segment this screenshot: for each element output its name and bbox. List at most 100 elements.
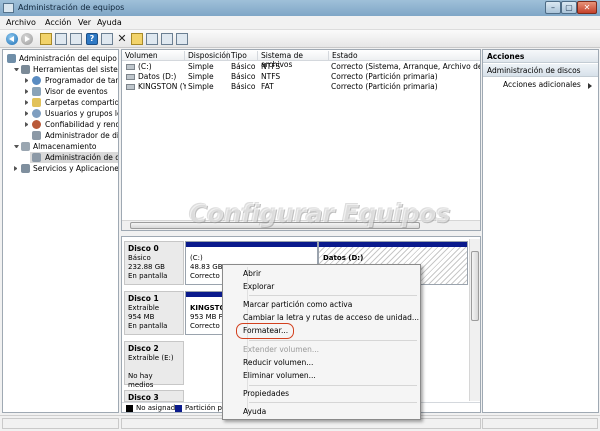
performance-icon: [32, 120, 41, 129]
table-row[interactable]: KINGSTON (Y:) Simple Básico FAT Correcto…: [122, 82, 480, 92]
collapsed-chevron-icon[interactable]: [25, 89, 30, 94]
column-header-layout[interactable]: Disposición: [185, 51, 231, 61]
partition-bar: [186, 292, 224, 297]
tree-item-system-tools[interactable]: Herramientas del sistema: [3, 64, 118, 75]
partition-kingston[interactable]: KINGSTO 953 MB FA Correcto (: [185, 291, 225, 335]
forward-arrow-icon[interactable]: [21, 33, 33, 45]
menu-separator: [249, 340, 417, 341]
menu-item-delete-volume[interactable]: Eliminar volumen...: [243, 370, 316, 382]
menu-item-explore[interactable]: Explorar: [243, 281, 274, 293]
tree-item-task-scheduler[interactable]: Programador de tareas: [3, 75, 118, 86]
disk-icon[interactable]: [161, 33, 173, 45]
disk-1-label[interactable]: Disco 1 Extraíble 954 MB En pantalla: [124, 291, 184, 335]
partition-bar: [186, 242, 317, 247]
format-highlight-ring: [236, 323, 294, 339]
collapsed-chevron-icon[interactable]: [25, 78, 30, 83]
layout-icon[interactable]: [176, 33, 188, 45]
users-icon: [32, 109, 41, 118]
toolbar: ? ✕: [0, 30, 600, 48]
computer-management-window: Administración de equipos – ▢ ✕ Archivo …: [0, 0, 600, 431]
close-button[interactable]: ✕: [577, 1, 597, 14]
expanded-chevron-icon[interactable]: [14, 145, 19, 150]
show-tree-icon[interactable]: [55, 33, 67, 45]
unallocated-swatch: [126, 405, 133, 412]
scrollbar-thumb[interactable]: [471, 251, 479, 321]
drive-icon: [126, 84, 135, 90]
tree-item-services-applications[interactable]: Servicios y Aplicaciones: [3, 163, 118, 174]
more-actions-item[interactable]: Acciones adicionales: [503, 80, 596, 89]
disk-2-label[interactable]: Disco 2 Extraíble (E:) No hay medios: [124, 341, 184, 389]
status-panel: [482, 418, 598, 429]
menu-item-mark-active[interactable]: Marcar partición como activa: [243, 299, 352, 311]
help-icon[interactable]: ?: [86, 33, 98, 45]
column-header-volume[interactable]: Volumen: [122, 51, 185, 61]
tree-item-computer-management[interactable]: Administración del equipo (loc: [3, 53, 118, 64]
drive-icon: [126, 64, 135, 70]
tree-item-shared-folders[interactable]: Carpetas compartidas: [3, 97, 118, 108]
disk-name: Disco 0: [128, 244, 159, 253]
menu-accion[interactable]: Acción: [45, 18, 71, 27]
collapsed-chevron-icon[interactable]: [25, 111, 30, 116]
table-row[interactable]: Datos (D:) Simple Básico NTFS Correcto (…: [122, 72, 480, 82]
tree-item-reliability[interactable]: Confiabilidad y rendimi: [3, 119, 118, 130]
actions-title: Acciones: [483, 50, 598, 63]
column-header-status[interactable]: Estado: [329, 51, 480, 61]
partition-bar: [319, 242, 467, 247]
volume-list-header: Volumen Disposición Tipo Sistema de arch…: [122, 50, 480, 69]
tree-item-local-users[interactable]: Usuarios y grupos locale: [3, 108, 118, 119]
column-header-type[interactable]: Tipo: [228, 51, 258, 61]
expanded-chevron-icon[interactable]: [14, 68, 19, 73]
actions-pane: Acciones Administración de discos Accion…: [482, 49, 599, 413]
disk-name: Disco 3: [128, 393, 159, 402]
drive-icon: [126, 74, 135, 80]
menu-item-help[interactable]: Ayuda: [243, 406, 266, 418]
watermark-logo: Configurar Equipos: [189, 199, 450, 228]
open-folder-icon[interactable]: [131, 33, 143, 45]
menu-item-open[interactable]: Abrir: [243, 268, 261, 280]
collapsed-chevron-icon[interactable]: [25, 100, 30, 105]
status-panel: [2, 418, 119, 429]
clock-icon: [32, 76, 41, 85]
properties-icon[interactable]: [101, 33, 113, 45]
event-viewer-icon: [32, 87, 41, 96]
tree-item-device-manager[interactable]: Administrador de dispo: [3, 130, 118, 141]
disk-3-label[interactable]: Disco 3: [124, 390, 184, 402]
search-icon[interactable]: [146, 33, 158, 45]
window-title: Administración de equipos: [18, 3, 125, 12]
tree-item-event-viewer[interactable]: Visor de eventos: [3, 86, 118, 97]
actions-section-disk-management[interactable]: Administración de discos: [483, 64, 598, 77]
tools-icon: [21, 65, 30, 74]
disk-name: Disco 1: [128, 294, 159, 303]
navigation-tree: Administración del equipo (loc Herramien…: [2, 49, 119, 413]
chevron-right-icon: [588, 83, 592, 89]
collapsed-chevron-icon[interactable]: [14, 166, 19, 171]
primary-partition-swatch: [175, 405, 182, 412]
menu-item-properties[interactable]: Propiedades: [243, 388, 289, 400]
menu-ayuda[interactable]: Ayuda: [97, 18, 122, 27]
vertical-scrollbar[interactable]: [469, 239, 480, 401]
computer-icon: [7, 54, 16, 63]
menu-ver[interactable]: Ver: [78, 18, 91, 27]
maximize-button[interactable]: ▢: [561, 1, 577, 14]
title-bar[interactable]: Administración de equipos – ▢ ✕: [0, 0, 600, 16]
tree-item-disk-management[interactable]: Administración de disco: [30, 152, 118, 163]
delete-icon[interactable]: ✕: [116, 33, 128, 45]
menu-separator: [249, 385, 417, 386]
menu-separator: [249, 402, 417, 403]
collapsed-chevron-icon[interactable]: [25, 122, 30, 127]
services-icon: [21, 164, 30, 173]
table-row[interactable]: (C:) Simple Básico NTFS Correcto (Sistem…: [122, 62, 480, 72]
up-folder-icon[interactable]: [40, 33, 52, 45]
menu-item-shrink-volume[interactable]: Reducir volumen...: [243, 357, 313, 369]
back-arrow-icon[interactable]: [6, 33, 18, 45]
view-icon[interactable]: [70, 33, 82, 45]
minimize-button[interactable]: –: [545, 1, 561, 14]
legend-unallocated: No asignado: [136, 404, 180, 412]
storage-icon: [21, 142, 30, 151]
tree-item-storage[interactable]: Almacenamiento: [3, 141, 118, 152]
column-header-file-system[interactable]: Sistema de archivos: [258, 51, 329, 69]
menu-archivo[interactable]: Archivo: [6, 18, 36, 27]
device-manager-icon: [32, 131, 41, 140]
menu-bar: Archivo Acción Ver Ayuda: [0, 16, 600, 30]
disk-0-label[interactable]: Disco 0 Básico 232.88 GB En pantalla: [124, 241, 184, 285]
